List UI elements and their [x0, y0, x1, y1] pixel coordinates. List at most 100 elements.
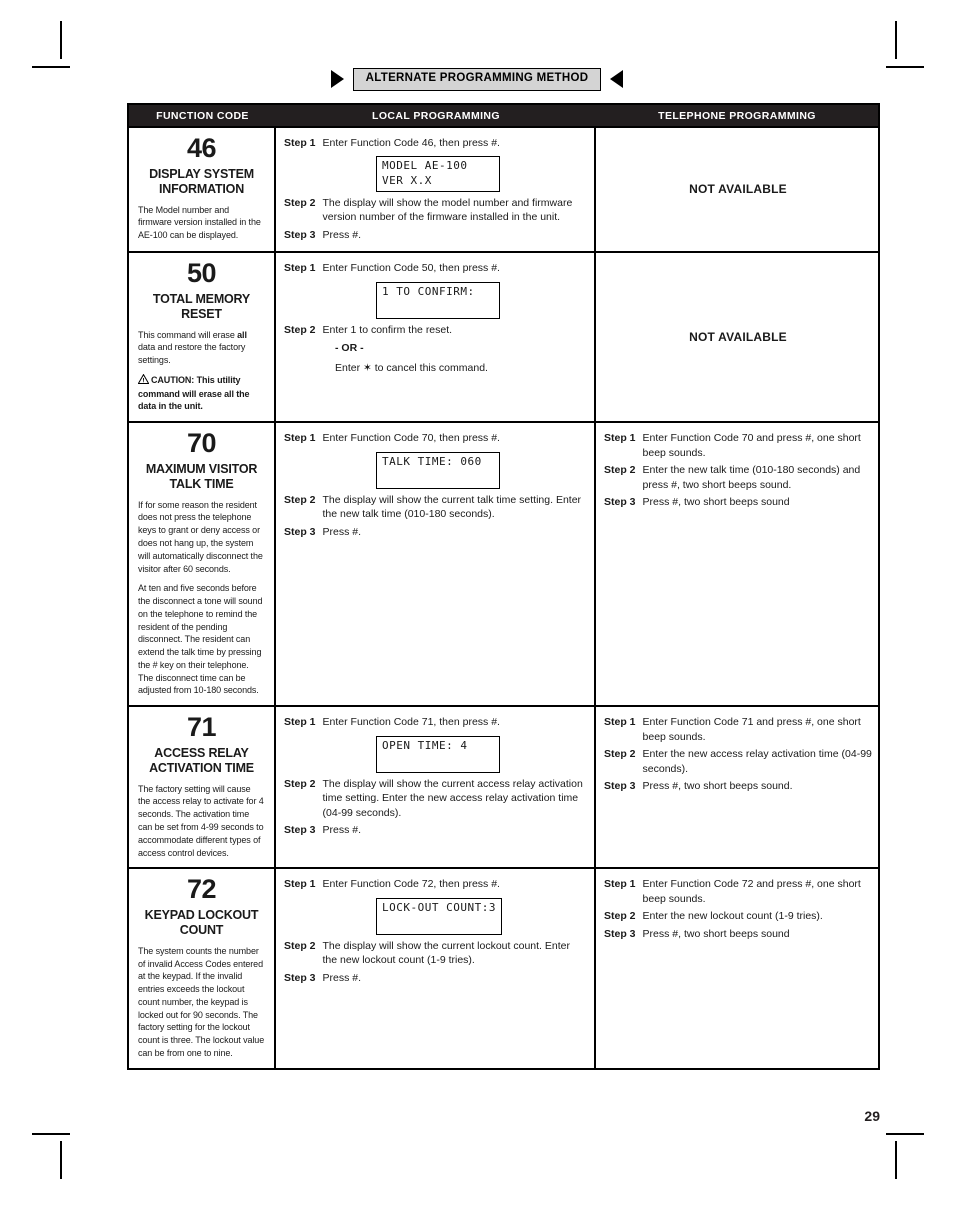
step-text: Enter Function Code 46, then press #.	[322, 137, 500, 149]
table-row: 72 KEYPAD LOCKOUT COUNT The system count…	[129, 867, 878, 1068]
step-label: Step 2	[604, 910, 636, 923]
desc-part-emphasis: all	[237, 329, 247, 340]
step-item: Step 2 Enter the new lockout count (1-9 …	[604, 909, 872, 923]
function-code-number: 50	[186, 258, 217, 289]
telephone-programming-cell: Step 1 Enter Function Code 72 and press …	[596, 869, 878, 1067]
step-item: Step 2 The display will show the current…	[284, 493, 586, 522]
local-programming-cell: Step 1 Enter Function Code 50, then pres…	[276, 253, 596, 422]
function-code-cell: 71 ACCESS RELAY ACTIVATION TIME The fact…	[129, 707, 276, 868]
step-item: Step 2 The display will show the current…	[284, 777, 586, 820]
function-code-number: 46	[186, 133, 217, 163]
step-text: Press #.	[322, 971, 362, 984]
step-item: Step 1 Enter Function Code 46, then pres…	[284, 136, 586, 150]
table-row: 70 MAXIMUM VISITOR TALK TIME If for some…	[129, 421, 878, 706]
local-programming-cell: Step 1 Enter Function Code 71, then pres…	[276, 707, 596, 868]
lcd-display: MODEL AE-100 VER X.X	[376, 156, 500, 192]
step-label: Step 1	[284, 262, 316, 275]
step-label: Step 2	[284, 196, 316, 209]
crop-mark-top-right-vertical	[895, 21, 897, 59]
step-label: Step 1	[284, 137, 316, 149]
desc-part-a: This command will erase	[138, 329, 238, 340]
function-code-description-2: At ten and five seconds before the disco…	[138, 583, 263, 696]
step-item: Step 3 Press #.	[284, 971, 586, 985]
step-label: Step 3	[284, 228, 316, 241]
triangle-left-icon	[610, 70, 624, 89]
step-item: Step 1 Enter Function Code 72 and press …	[604, 877, 872, 906]
function-code-title: DISPLAY SYSTEM INFORMATION	[149, 167, 254, 196]
step-item: Step 1 Enter Function Code 70 and press …	[604, 431, 872, 460]
banner-label: ALTERNATE PROGRAMMING METHOD	[352, 68, 602, 91]
step-item: Step 1 Enter Function Code 71, then pres…	[284, 715, 586, 729]
telephone-programming-cell: Step 1 Enter Function Code 71 and press …	[596, 707, 878, 867]
telephone-programming-cell: NOT AVAILABLE	[596, 128, 878, 251]
function-code-description: This command will erase all data and res…	[138, 329, 265, 367]
step-text: Enter Function Code 70, then press #.	[322, 432, 500, 445]
crop-mark-bottom-right-horizontal	[886, 1133, 924, 1135]
step-text: Enter Function Code 71, then press #.	[322, 716, 500, 729]
step-text: Press #.	[322, 824, 362, 837]
warning-triangle-icon	[137, 373, 150, 388]
desc-part-c: data and restore the factory settings.	[138, 342, 246, 366]
step-label: Step 2	[284, 939, 316, 952]
step-text: Press #.	[322, 228, 362, 241]
step-label: Step 3	[284, 824, 316, 837]
step-text: Enter 1 to confirm the reset.	[322, 323, 453, 336]
function-code-title: MAXIMUM VISITOR TALK TIME	[145, 462, 258, 491]
step-label: Step 2	[604, 748, 636, 761]
step-label: Step 1	[604, 716, 636, 729]
function-code-number: 72	[186, 874, 217, 905]
step-item: Step 1 Enter Function Code 71 and press …	[604, 715, 872, 744]
step-text: The display will show the model number a…	[322, 196, 573, 224]
step-item: Step 2 Enter 1 to confirm the reset.	[284, 323, 586, 337]
step-label: Step 3	[604, 780, 636, 793]
step-label: Step 1	[284, 432, 316, 445]
step-text: Enter the new lockout count (1-9 tries).	[642, 910, 823, 923]
lcd-display: 1 TO CONFIRM:	[376, 281, 500, 319]
function-code-title: KEYPAD LOCKOUT COUNT	[144, 908, 259, 938]
column-header-local-programming: LOCAL PROGRAMMING	[372, 109, 500, 122]
step-item: Step 2 Enter the new access relay activa…	[604, 747, 872, 776]
function-code-description: If for some reason the resident does not…	[138, 499, 263, 574]
step-text: Enter the new talk time (010-180 seconds…	[642, 464, 861, 491]
function-code-number: 71	[186, 712, 217, 743]
function-code-cell: 46 DISPLAY SYSTEM INFORMATION The Model …	[129, 128, 276, 252]
step-label: Step 3	[284, 971, 316, 984]
step-text: The display will show the current lockou…	[322, 939, 570, 967]
step-label: Step 2	[604, 464, 636, 477]
local-programming-cell: Step 1 Enter Function Code 70, then pres…	[276, 423, 596, 706]
cancel-instruction: Enter ✶ to cancel this command.	[335, 361, 488, 374]
step-label: Step 1	[604, 878, 636, 891]
step-text: Enter Function Code 71 and press #, one …	[642, 716, 861, 743]
lcd-display: LOCK-OUT COUNT:3	[376, 897, 502, 935]
step-text: Enter Function Code 70 and press #, one …	[642, 432, 861, 459]
banner: ALTERNATE PROGRAMMING METHOD	[0, 68, 954, 91]
telephone-programming-cell: NOT AVAILABLE	[596, 253, 878, 421]
function-code-description: The Model number and firmware version in…	[138, 204, 261, 241]
lcd-display: OPEN TIME: 4	[376, 735, 500, 773]
table-row: 50 TOTAL MEMORY RESET This command will …	[129, 251, 878, 422]
step-text: Enter Function Code 72, then press #.	[322, 878, 500, 891]
step-text: Enter Function Code 50, then press #.	[322, 262, 500, 275]
step-label: Step 2	[284, 323, 316, 336]
step-label: Step 2	[284, 493, 316, 506]
function-code-title: TOTAL MEMORY RESET	[152, 292, 251, 321]
function-code-description: The factory setting will cause the acces…	[138, 783, 264, 858]
local-programming-cell: Step 1 Enter Function Code 46, then pres…	[276, 128, 596, 252]
not-available-label: NOT AVAILABLE	[689, 182, 787, 197]
function-code-number: 70	[186, 428, 217, 459]
step-item: Step 3 Press #, two short beeps sound	[604, 495, 872, 509]
step-item: Step 2 The display will show the model n…	[284, 196, 586, 225]
function-code-cell: 70 MAXIMUM VISITOR TALK TIME If for some…	[129, 423, 276, 706]
caution-text: CAUTION: This utility command will erase…	[138, 374, 250, 412]
or-separator: - OR -	[335, 342, 364, 355]
step-label: Step 1	[284, 878, 316, 891]
telephone-programming-cell: Step 1 Enter Function Code 70 and press …	[596, 423, 878, 705]
step-text: Press #, two short beeps sound	[642, 496, 790, 509]
step-text: Enter Function Code 72 and press #, one …	[642, 878, 861, 905]
step-item: Step 3 Press #.	[284, 228, 586, 242]
crop-mark-top-left-vertical	[60, 21, 62, 59]
step-item: Step 3 Press #.	[284, 823, 586, 837]
not-available-label: NOT AVAILABLE	[689, 329, 787, 344]
step-label: Step 3	[604, 927, 636, 940]
table-row: 71 ACCESS RELAY ACTIVATION TIME The fact…	[129, 705, 878, 868]
